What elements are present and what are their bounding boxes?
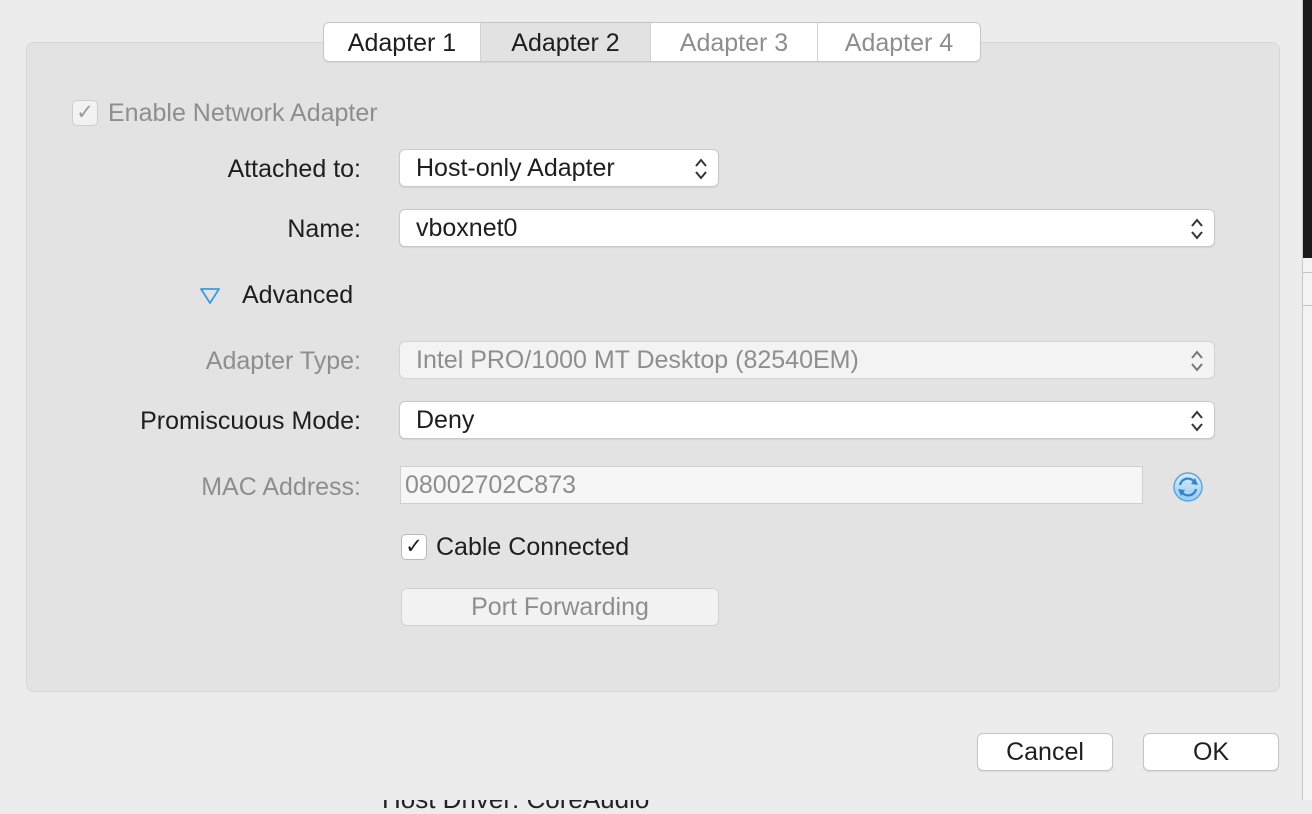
adapter-tab-bar: Adapter 1 Adapter 2 Adapter 3 Adapter 4 xyxy=(323,22,981,62)
tab-adapter-3[interactable]: Adapter 3 xyxy=(651,23,818,61)
name-popup[interactable]: vboxnet0 xyxy=(399,209,1215,247)
popup-arrows-icon xyxy=(1191,410,1203,432)
name-label: Name: xyxy=(287,215,361,243)
adapter-type-value: Intel PRO/1000 MT Desktop (82540EM) xyxy=(416,346,859,374)
mac-address-label: MAC Address: xyxy=(201,473,361,501)
mac-address-field[interactable]: 08002702C873 xyxy=(400,466,1143,504)
enable-network-adapter-label: Enable Network Adapter xyxy=(108,99,378,127)
refresh-mac-icon[interactable] xyxy=(1171,470,1205,504)
name-value: vboxnet0 xyxy=(416,214,518,242)
enable-network-adapter-checkbox[interactable]: ✓ xyxy=(72,100,98,126)
network-settings-dialog: Adapter 1 Adapter 2 Adapter 3 Adapter 4 … xyxy=(0,0,1303,800)
ok-button[interactable]: OK xyxy=(1143,733,1279,771)
tab-adapter-2[interactable]: Adapter 2 xyxy=(481,23,651,61)
adapter-type-label: Adapter Type: xyxy=(205,347,361,375)
promiscuous-mode-value: Deny xyxy=(416,406,475,434)
popup-arrows-icon xyxy=(1191,350,1203,372)
port-forwarding-button[interactable]: Port Forwarding xyxy=(401,588,719,626)
background-window-edge xyxy=(1302,0,1312,800)
background-divider xyxy=(1302,272,1312,273)
attached-to-popup[interactable]: Host-only Adapter xyxy=(399,149,719,187)
tab-adapter-1[interactable]: Adapter 1 xyxy=(324,23,481,61)
disclosure-triangle-icon[interactable] xyxy=(199,287,221,305)
advanced-label[interactable]: Advanced xyxy=(242,281,353,310)
cable-connected-checkbox[interactable]: ✓ xyxy=(401,534,427,560)
cancel-button[interactable]: Cancel xyxy=(977,733,1113,771)
adapter-type-popup[interactable]: Intel PRO/1000 MT Desktop (82540EM) xyxy=(399,341,1215,379)
attached-to-value: Host-only Adapter xyxy=(416,154,615,182)
tab-adapter-4[interactable]: Adapter 4 xyxy=(818,23,980,61)
background-window-dark-area xyxy=(1302,0,1312,258)
popup-arrows-icon xyxy=(695,158,707,180)
promiscuous-mode-label: Promiscuous Mode: xyxy=(140,407,361,435)
promiscuous-mode-popup[interactable]: Deny xyxy=(399,401,1215,439)
attached-to-label: Attached to: xyxy=(227,155,361,183)
background-divider xyxy=(1302,305,1312,306)
cable-connected-label: Cable Connected xyxy=(436,533,630,561)
popup-arrows-icon xyxy=(1191,218,1203,240)
